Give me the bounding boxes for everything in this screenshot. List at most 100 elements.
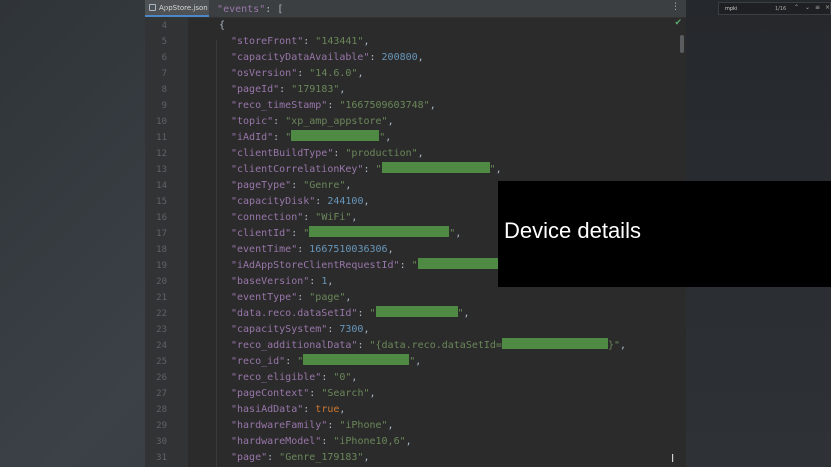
next-match-icon[interactable]: ⌄ [805, 4, 810, 11]
code-line[interactable]: 27 "pageContext": "Search", [145, 386, 686, 402]
code-line[interactable]: 26 "reco_eligible": "0", [145, 370, 686, 386]
code-line[interactable]: 10 "topic": "xp_amp_appstore", [145, 114, 686, 130]
code-token: "clientId" [231, 228, 292, 239]
text-cursor-icon: I [671, 452, 675, 465]
code-line[interactable]: 6 "capacityDataAvailable": 200800, [145, 50, 686, 66]
code-line[interactable]: 7 "osVersion": "14.6.0", [145, 66, 686, 82]
line-number: 17 [156, 229, 167, 239]
code-line[interactable]: 12 "clientBuildType": "production", [145, 146, 686, 162]
code-token: "iAdId" [231, 132, 274, 143]
code-text[interactable]: "pageType": "Genre", [231, 178, 351, 194]
code-line[interactable]: 28 "hasiAdData": true, [145, 402, 686, 418]
code-line[interactable]: 24 "reco_additionalData": "{data.reco.dat… [145, 338, 686, 354]
code-text[interactable]: "eventType": "page", [231, 290, 351, 306]
code-text[interactable]: "data.reco.dataSetId": " ", [231, 306, 470, 322]
code-token: "data.reco.dataSetId" [231, 308, 358, 319]
code-text[interactable]: "hasiAdData": true, [231, 402, 345, 418]
code-token: , [429, 100, 436, 111]
search-input[interactable]: mpki [725, 6, 737, 12]
code-line[interactable]: 13 "clientCorrelationKey": " ", [145, 162, 686, 178]
code-line[interactable]: 5 "storeFront": "143441", [145, 34, 686, 50]
code-token: "storeFront" [231, 36, 304, 47]
code-token: "14.6.0" [309, 68, 358, 79]
code-text[interactable]: "events": [ [205, 2, 283, 18]
code-token: : [315, 196, 328, 207]
previous-match-icon[interactable]: ⌃ [794, 4, 799, 11]
redacted-value [417, 258, 508, 269]
line-number: 15 [156, 197, 167, 207]
code-text[interactable]: "connection": "WiFi", [231, 210, 357, 226]
code-token: "capacityDataAvailable" [231, 52, 370, 63]
code-token: 200800 [381, 52, 418, 63]
code-token: "iAdAppStoreClientRequestId" [231, 260, 400, 271]
code-text[interactable]: "iAdId": " ", [231, 130, 391, 146]
code-text[interactable]: "storeFront": "143441", [231, 34, 370, 50]
code-text[interactable]: "clientCorrelationKey": " ", [231, 162, 502, 178]
code-token: , [345, 180, 352, 191]
code-token: , [619, 340, 627, 351]
code-line[interactable]: 31 "page": "Genre_179183", [145, 450, 686, 466]
code-text[interactable]: "iAdAppStoreClientRequestId": " [231, 258, 508, 274]
code-token: : [327, 100, 340, 111]
code-token: "eventTime" [231, 244, 298, 255]
code-text[interactable]: "capacityDataAvailable": 200800, [231, 50, 424, 66]
line-number: 9 [161, 101, 167, 111]
code-token: , [455, 228, 462, 239]
code-text[interactable]: { [219, 18, 225, 34]
code-line[interactable]: 22 "data.reco.dataSetId": " ", [145, 306, 686, 322]
code-token: 7300 [339, 324, 364, 335]
redacted-value [309, 226, 450, 237]
code-text[interactable]: "reco_eligible": "0", [231, 370, 357, 386]
line-number: 10 [156, 117, 167, 127]
code-text[interactable]: "page": "Genre_179183", [231, 450, 370, 466]
code-token: , [385, 132, 392, 143]
code-token: : [333, 148, 346, 159]
code-token: "page" [309, 292, 346, 303]
code-token: : [327, 420, 340, 431]
code-line[interactable]: 3 "events": [ [145, 2, 686, 18]
code-text[interactable]: "pageId": "179183", [231, 82, 345, 98]
code-line[interactable]: 9 "reco_timeStamp": "1667509603748", [145, 98, 686, 114]
code-token: 244100 [327, 196, 364, 207]
code-text[interactable]: "clientBuildType": "production", [231, 146, 424, 162]
code-token: : [291, 228, 304, 239]
code-line[interactable]: 4{ [145, 18, 686, 34]
code-text[interactable]: "osVersion": "14.6.0", [231, 66, 363, 82]
code-token: { [219, 20, 226, 31]
find-bar[interactable]: mpki 1/16 ⌃ ⌄ ≡ × [718, 2, 831, 15]
code-text[interactable]: "hardwareFamily": "iPhone", [231, 418, 394, 434]
close-icon[interactable]: × [825, 4, 830, 11]
code-line[interactable]: 8 "pageId": "179183", [145, 82, 686, 98]
code-text[interactable]: "baseVersion": 1, [231, 274, 333, 290]
code-text[interactable]: "reco_id": " ", [231, 354, 421, 370]
code-token: "events" [217, 4, 266, 15]
code-token: "baseVersion" [231, 276, 310, 287]
code-text[interactable]: "pageContext": "Search", [231, 386, 376, 402]
code-token: "hasiAdData" [231, 404, 304, 415]
code-text[interactable]: "capacitySystem": 7300, [231, 322, 370, 338]
code-token: , [387, 116, 394, 127]
code-text[interactable]: "topic": "xp_amp_appstore", [231, 114, 394, 130]
line-number: 6 [161, 53, 167, 63]
code-line[interactable]: 23 "capacitySystem": 7300, [145, 322, 686, 338]
code-text[interactable]: "eventTime": 1667510036306, [231, 242, 394, 258]
code-text[interactable]: "reco_timeStamp": "1667509603748", [231, 98, 436, 114]
code-token: : [ [265, 4, 284, 15]
code-line[interactable]: 21 "eventType": "page", [145, 290, 686, 306]
code-line[interactable]: 25 "reco_id": " ", [145, 354, 686, 370]
code-line[interactable]: 30 "hardwareModel": "iPhone10,6", [145, 434, 686, 450]
code-token: "page" [231, 452, 268, 463]
code-text[interactable]: "capacityDisk": 244100, [231, 194, 370, 210]
code-text[interactable]: "hardwareModel": "iPhone10,6", [231, 434, 412, 450]
code-text[interactable]: "reco_additionalData": "{data.reco.dataS… [231, 338, 626, 354]
code-line[interactable]: 29 "hardwareFamily": "iPhone", [145, 418, 686, 434]
line-number: 18 [156, 245, 167, 255]
code-text[interactable]: "clientId": " ", [231, 226, 461, 242]
line-number: 29 [156, 421, 167, 431]
filter-icon[interactable]: ≡ [815, 4, 820, 11]
code-line[interactable]: 11 "iAdId": " ", [145, 130, 686, 146]
code-token: : [321, 372, 334, 383]
line-number: 22 [156, 309, 167, 319]
code-token: , [339, 404, 346, 415]
code-token: "production" [345, 148, 418, 159]
